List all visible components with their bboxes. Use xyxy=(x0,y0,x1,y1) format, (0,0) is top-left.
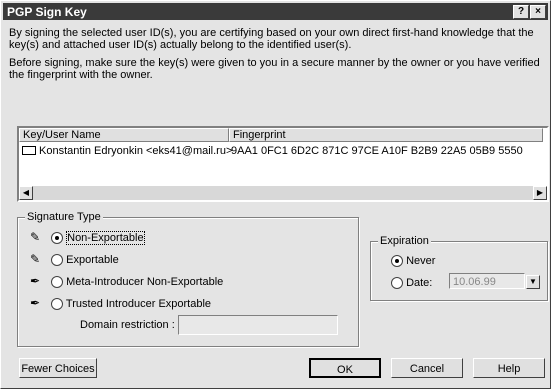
key-list[interactable]: Key/User Name Fingerprint Konstantin Edr… xyxy=(17,126,549,202)
radio-button[interactable] xyxy=(391,277,403,290)
scroll-right-icon[interactable]: ▶ xyxy=(533,186,547,200)
radio-label: Meta-Introducer Non-Exportable xyxy=(66,276,224,288)
fewer-choices-button[interactable]: Fewer Choices xyxy=(19,358,97,378)
domain-restriction-label: Domain restriction : xyxy=(80,319,175,331)
radio-button[interactable] xyxy=(51,254,64,267)
radio-date[interactable]: Date: xyxy=(391,276,432,290)
chevron-down-icon[interactable]: ▼ xyxy=(526,275,540,289)
expiration-legend: Expiration xyxy=(378,235,431,247)
horizontal-scrollbar[interactable]: ◀ ▶ xyxy=(19,186,547,200)
pen-icon: ✎ xyxy=(30,230,41,244)
cancel-button[interactable]: Cancel xyxy=(391,358,463,378)
scroll-left-icon[interactable]: ◀ xyxy=(19,186,33,200)
radio-non-exportable[interactable]: ✎ Non-Exportable xyxy=(30,230,145,245)
radio-trusted-introducer[interactable]: ✒ Trusted Introducer Exportable xyxy=(30,296,212,311)
radio-label: Never xyxy=(406,255,436,267)
date-input[interactable]: 10.06.99 xyxy=(449,273,525,289)
signature-type-legend: Signature Type xyxy=(25,211,103,223)
radio-label: Non-Exportable xyxy=(66,231,145,245)
table-row[interactable]: Konstantin Edryonkin <eks41@mail.ru> 9AA… xyxy=(19,144,547,158)
expiration-group: Expiration Never Date: 10.06.99 ▼ xyxy=(370,235,548,301)
radio-button[interactable] xyxy=(51,298,64,311)
intro-text-2: Before signing, make sure the key(s) wer… xyxy=(9,57,540,81)
pen-filled-icon: ✒ xyxy=(30,274,41,288)
ok-button[interactable]: OK xyxy=(309,358,381,378)
key-user-name: Konstantin Edryonkin <eks41@mail.ru> xyxy=(39,145,233,157)
signature-type-group: Signature Type ✎ Non-Exportable ✎ Export… xyxy=(17,211,359,347)
column-header-key[interactable]: Key/User Name xyxy=(19,128,229,142)
help-button[interactable]: Help xyxy=(473,358,545,378)
pgp-sign-key-dialog: PGP Sign Key ? × By signing the selected… xyxy=(0,0,551,389)
domain-restriction-input[interactable] xyxy=(178,315,338,335)
pen-filled-arrow-icon: ✒ xyxy=(30,296,41,310)
key-fingerprint: 9AA1 0FC1 6D2C 871C 97CE A10F B2B9 22A5 … xyxy=(231,145,523,157)
column-header-fingerprint[interactable]: Fingerprint xyxy=(229,128,543,142)
key-icon xyxy=(22,146,36,155)
close-icon[interactable]: × xyxy=(530,5,546,19)
radio-label: Date: xyxy=(406,277,433,289)
radio-label: Trusted Introducer Exportable xyxy=(65,298,212,310)
radio-button[interactable] xyxy=(51,276,64,289)
title-bar: PGP Sign Key ? × xyxy=(3,3,548,20)
radio-button[interactable] xyxy=(51,232,64,245)
radio-exportable[interactable]: ✎ Exportable xyxy=(30,252,119,267)
radio-button[interactable] xyxy=(391,255,403,268)
radio-meta-introducer[interactable]: ✒ Meta-Introducer Non-Exportable xyxy=(30,274,224,289)
help-icon[interactable]: ? xyxy=(513,5,529,19)
radio-never[interactable]: Never xyxy=(391,254,435,268)
intro-text-1: By signing the selected user ID(s), you … xyxy=(9,27,534,51)
window-title: PGP Sign Key xyxy=(7,5,87,19)
pen-arrow-icon: ✎ xyxy=(30,252,41,266)
radio-label: Exportable xyxy=(66,254,119,266)
